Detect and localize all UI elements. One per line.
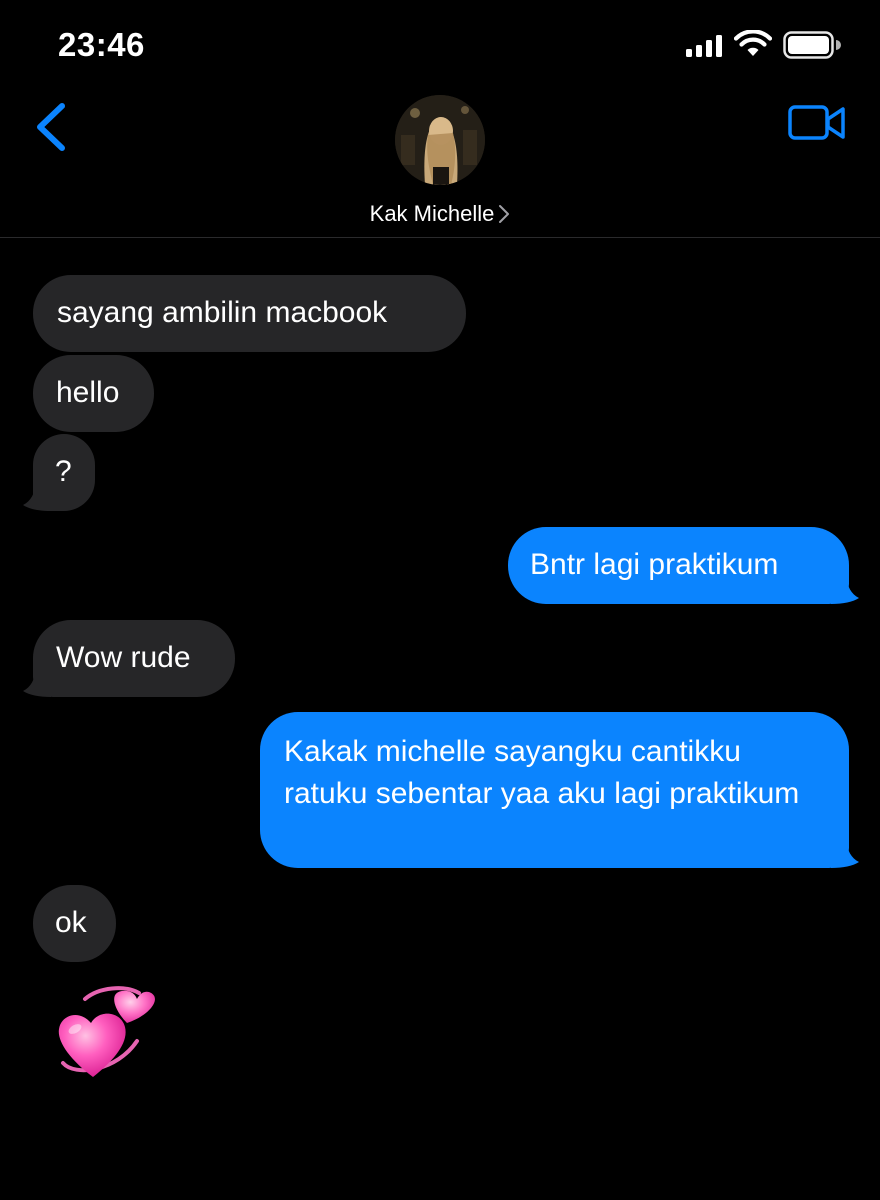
contact-info-link[interactable]: Kak Michelle — [0, 200, 880, 227]
message-bubble-incoming[interactable]: ok — [33, 885, 116, 962]
status-time: 23:46 — [58, 26, 145, 63]
bubble-tail — [23, 671, 51, 697]
message-text: Bntr lagi praktikum — [530, 548, 779, 581]
contact-name: Kak Michelle — [369, 201, 495, 227]
video-call-icon[interactable] — [788, 104, 846, 142]
message-bubble-outgoing[interactable]: Bntr lagi praktikum — [508, 527, 859, 604]
message-text: Kakak michelle sayangku cantikku ratuku … — [284, 735, 800, 810]
signal-icon — [686, 35, 722, 57]
bubble-tail — [831, 842, 859, 868]
message-bubble-incoming[interactable]: ? — [23, 434, 95, 511]
revolving-hearts-emoji[interactable] — [55, 985, 155, 1080]
back-chevron-icon[interactable] — [34, 102, 68, 152]
avatar-photo — [395, 95, 485, 185]
message-text: Wow rude — [56, 641, 191, 674]
message-text: hello — [56, 376, 120, 409]
battery-icon — [783, 31, 841, 59]
status-bar: 23:46 — [0, 0, 880, 90]
message-bubble-outgoing[interactable]: Kakak michelle sayangku cantikku ratuku … — [260, 712, 859, 868]
bubble-tail — [831, 578, 859, 604]
wifi-icon — [734, 30, 772, 56]
message-bubble-incoming[interactable]: Wow rude — [23, 620, 235, 697]
avatar[interactable] — [395, 95, 485, 185]
bubble-tail — [23, 485, 51, 511]
chevron-right-icon — [499, 205, 510, 224]
message-text: sayang ambilin macbook — [57, 296, 388, 329]
conversation-header: Kak Michelle — [0, 90, 880, 238]
message-text: ok — [55, 906, 87, 939]
message-bubble-incoming[interactable]: sayang ambilin macbook — [33, 275, 466, 352]
message-text: ? — [55, 455, 72, 488]
message-bubble-incoming[interactable]: hello — [33, 355, 154, 432]
